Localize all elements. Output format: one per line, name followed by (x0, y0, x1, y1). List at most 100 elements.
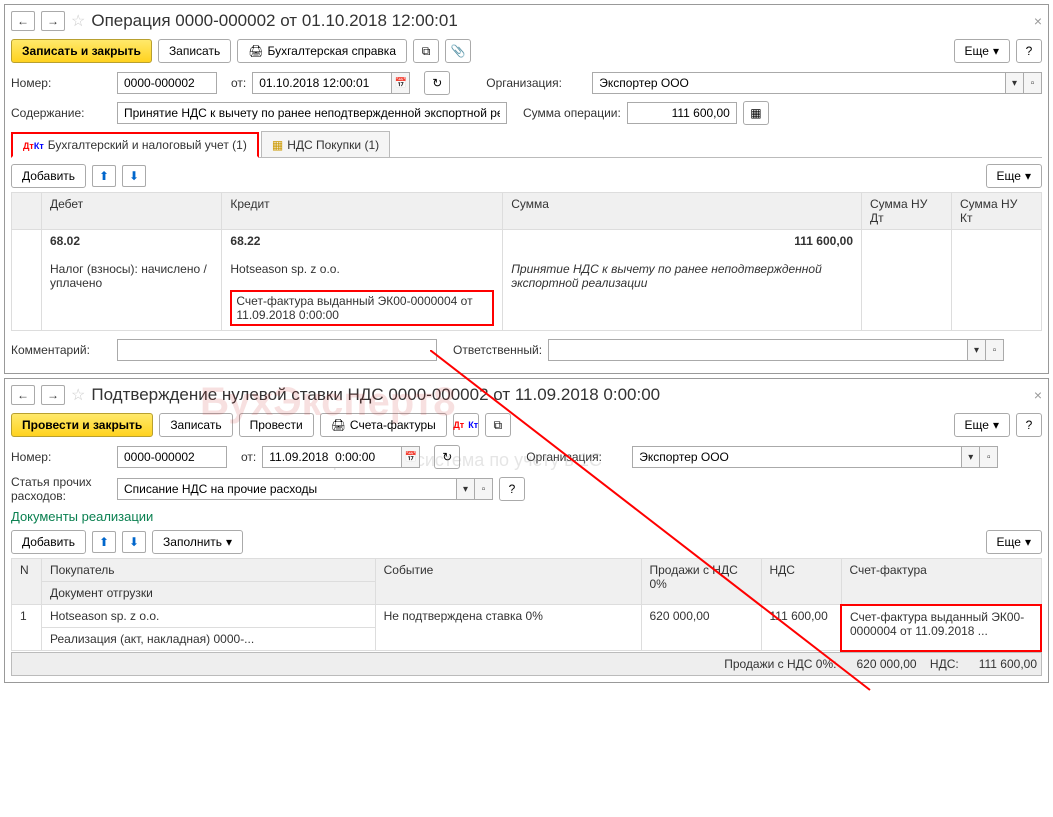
add-button[interactable]: Добавить (11, 164, 86, 188)
up-icon[interactable]: ⬆ (92, 165, 116, 187)
org-input[interactable] (592, 72, 1006, 94)
copy-icon[interactable]: ⧉ (485, 413, 511, 437)
debit-acc: 68.02 (50, 234, 80, 248)
label-number: Номер: (11, 450, 111, 464)
post-close-button[interactable]: Провести и закрыть (11, 413, 153, 437)
more-button[interactable]: Еще ▾ (954, 413, 1010, 437)
label-org: Организация: (526, 450, 626, 464)
col-event: Событие (375, 559, 641, 605)
close-icon[interactable]: × (1034, 387, 1042, 403)
dropdown-icon[interactable]: ▾ (968, 339, 986, 361)
sum-input[interactable] (627, 102, 737, 124)
print-button[interactable]: 🖨 Бухгалтерская справка (237, 39, 407, 63)
dropdown-icon[interactable]: ▾ (1006, 72, 1024, 94)
sum-val: 111 600,00 (511, 234, 853, 248)
comment-input[interactable] (117, 339, 437, 361)
nav-fwd[interactable]: → (41, 11, 65, 31)
more-button[interactable]: Еще ▾ (954, 39, 1010, 63)
credit-name: Hotseason sp. z o.o. (230, 262, 339, 276)
table-row[interactable]: 1 Hotseason sp. z o.o. Не подтверждена с… (12, 605, 1042, 628)
footer-val1: 620 000,00 (857, 657, 917, 671)
up-icon[interactable]: ⬆ (92, 531, 116, 553)
calc-icon[interactable]: ▦ (743, 101, 769, 125)
write-close-button[interactable]: Записать и закрыть (11, 39, 152, 63)
sum-desc: Принятие НДС к вычету по ранее неподтвер… (511, 262, 822, 290)
label-comment: Комментарий: (11, 343, 111, 357)
refresh-icon[interactable]: ↻ (434, 445, 460, 469)
close-icon[interactable]: × (1034, 13, 1042, 29)
down-icon[interactable]: ⬇ (122, 531, 146, 553)
label-from: от: (231, 76, 246, 90)
help-button[interactable]: ? (1016, 39, 1042, 63)
row-sales: 620 000,00 (641, 605, 761, 651)
docs-table: N Покупатель Событие Продажи с НДС 0% НД… (11, 558, 1042, 652)
tab-nds[interactable]: ▦ НДС Покупки (1) (261, 131, 390, 157)
more-button2[interactable]: Еще ▾ (986, 164, 1042, 188)
org-input[interactable] (632, 446, 962, 468)
calendar-icon[interactable]: 📅 (392, 72, 410, 94)
star-icon[interactable]: ☆ (71, 385, 85, 405)
write-button[interactable]: Записать (158, 39, 231, 63)
write-button[interactable]: Записать (159, 413, 232, 437)
window-confirmation: ← → ☆ Подтверждение нулевой ставки НДС 0… (4, 378, 1049, 683)
help-icon[interactable]: ? (499, 477, 525, 501)
label-content: Содержание: (11, 106, 111, 120)
dtkt-button[interactable]: ДтКт (453, 413, 479, 437)
resp-input[interactable] (548, 339, 968, 361)
dropdown-icon[interactable]: ▾ (962, 446, 980, 468)
article-input[interactable] (117, 478, 457, 500)
nav-back[interactable]: ← (11, 11, 35, 31)
debit-desc: Налог (взносы): начислено / уплачено (50, 262, 207, 290)
nav-back[interactable]: ← (11, 385, 35, 405)
label-article: Статья прочих расходов: (11, 475, 111, 503)
footer-lbl2: НДС: (930, 657, 959, 671)
toolbar2: Провести и закрыть Записать Провести 🖨 С… (11, 413, 1042, 437)
row-event: Не подтверждена ставка 0% (375, 605, 641, 651)
toolbar: Записать и закрыть Записать 🖨 Бухгалтерс… (11, 39, 1042, 63)
row-n: 1 (12, 605, 42, 651)
number-input[interactable] (117, 72, 217, 94)
tab-accounting[interactable]: ДтКт Бухгалтерский и налоговый учет (1) (11, 132, 259, 158)
col-sumdt: Сумма НУ Дт (862, 193, 952, 230)
add-button[interactable]: Добавить (11, 530, 86, 554)
copy-icon[interactable]: ⧉ (413, 39, 439, 63)
entries-table: Дебет Кредит Сумма Сумма НУ Дт Сумма НУ … (11, 192, 1042, 331)
invoice-ref: Счет-фактура выданный ЭК00-0000004 от 11… (230, 290, 494, 326)
down-icon[interactable]: ⬇ (122, 165, 146, 187)
post-button[interactable]: Провести (239, 413, 314, 437)
calendar-icon[interactable]: 📅 (402, 446, 420, 468)
window-title2: Подтверждение нулевой ставки НДС 0000-00… (91, 385, 660, 405)
col-sales: Продажи с НДС 0% (641, 559, 761, 605)
nav-fwd[interactable]: → (41, 385, 65, 405)
date-input[interactable] (252, 72, 392, 94)
label-sum: Сумма операции: (523, 106, 621, 120)
open-icon[interactable]: ▫ (986, 339, 1004, 361)
table-row[interactable]: 68.02 Налог (взносы): начислено / уплаче… (12, 230, 1042, 331)
print-label: Бухгалтерская справка (267, 44, 396, 58)
number-input[interactable] (117, 446, 227, 468)
col-doc: Документ отгрузки (42, 582, 376, 605)
open-icon[interactable]: ▫ (475, 478, 493, 500)
refresh-icon[interactable]: ↻ (424, 71, 450, 95)
help-button[interactable]: ? (1016, 413, 1042, 437)
more-button2[interactable]: Еще ▾ (986, 530, 1042, 554)
label-number: Номер: (11, 76, 111, 90)
col-sumkt: Сумма НУ Кт (952, 193, 1042, 230)
window-operation: ← → ☆ Операция 0000-000002 от 01.10.2018… (4, 4, 1049, 374)
fill-button[interactable]: Заполнить ▾ (152, 530, 243, 554)
row-buyer: Hotseason sp. z o.o. (42, 605, 376, 628)
open-icon[interactable]: ▫ (980, 446, 998, 468)
open-icon[interactable]: ▫ (1024, 72, 1042, 94)
doc-icon: ▦ (272, 138, 283, 152)
col-sf: Счет-фактура (841, 559, 1041, 605)
label-from: от: (241, 450, 256, 464)
attach-icon[interactable]: 📎 (445, 39, 471, 63)
print-button[interactable]: 🖨 Счета-фактуры (320, 413, 447, 437)
docs-link[interactable]: Документы реализации (11, 509, 1042, 524)
date-input[interactable] (262, 446, 402, 468)
content-input[interactable] (117, 102, 507, 124)
label-org: Организация: (486, 76, 586, 90)
dropdown-icon[interactable]: ▾ (457, 478, 475, 500)
star-icon[interactable]: ☆ (71, 11, 85, 31)
titlebar2: ← → ☆ Подтверждение нулевой ставки НДС 0… (11, 385, 1042, 405)
